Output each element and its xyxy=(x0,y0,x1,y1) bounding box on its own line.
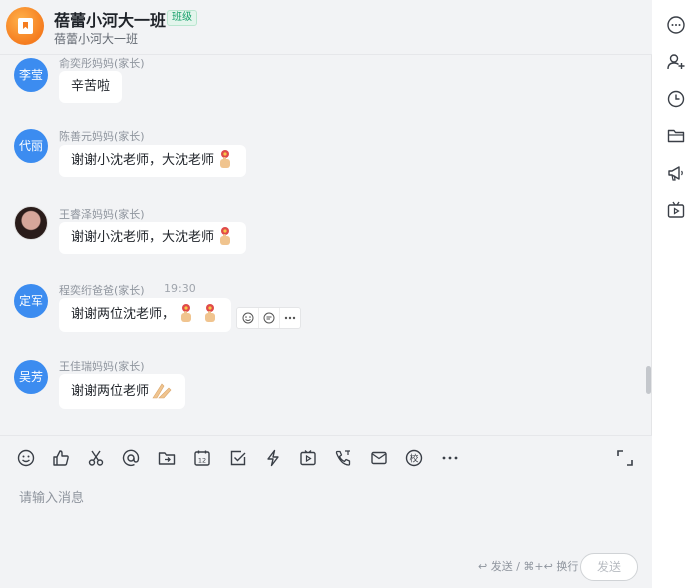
composer: 12 校 请输入消息 ↩ 发送 / ⌘+↩ 换行 发送 xyxy=(0,435,652,588)
emoji-icon[interactable] xyxy=(16,448,36,468)
message-list[interactable]: 李莹 俞奕彤妈妈(家长) 辛苦啦 代丽 陈善元妈妈(家长) 谢谢小沈老师，大沈老… xyxy=(0,55,652,435)
scissors-icon[interactable] xyxy=(86,448,106,468)
message-bubble[interactable]: 谢谢两位老师 xyxy=(59,374,186,409)
group-logo-icon[interactable] xyxy=(6,7,44,45)
send-button[interactable]: 发送 xyxy=(580,553,638,581)
svg-text:校: 校 xyxy=(409,453,418,465)
flower-hand-emoji xyxy=(181,303,192,322)
at-icon[interactable] xyxy=(121,448,141,468)
message-text: 谢谢小沈老师，大沈老师 xyxy=(71,230,215,245)
school-icon[interactable]: 校 xyxy=(404,448,424,468)
flower-hand-emoji xyxy=(220,226,231,245)
checkbox-icon[interactable] xyxy=(228,448,248,468)
group-subtitle: 蓓蕾小河大一班 xyxy=(54,32,139,46)
video-icon[interactable] xyxy=(298,448,318,468)
praying-hands-emoji xyxy=(152,383,172,398)
live-icon[interactable] xyxy=(666,200,686,220)
message-bubble[interactable]: 辛苦啦 xyxy=(59,71,123,103)
chat-main: 蓓蕾小河大一班 班级 蓓蕾小河大一班 李莹 俞奕彤妈妈(家长) 辛苦啦 代丽 陈… xyxy=(0,0,652,588)
message-time: 19:30 xyxy=(164,282,196,295)
sender-name: 程奕绗爸爸(家长) xyxy=(59,284,145,297)
folder-icon[interactable] xyxy=(157,448,177,468)
avatar[interactable]: 李莹 xyxy=(14,58,48,92)
shortcut-hint: ↩ 发送 / ⌘+↩ 换行 xyxy=(478,560,579,573)
message-scrollbar[interactable] xyxy=(646,366,651,394)
more-icon[interactable] xyxy=(666,15,686,35)
sender-name: 王睿泽妈妈(家长) xyxy=(59,208,145,221)
avatar[interactable]: 定军 xyxy=(14,284,48,318)
more-icon[interactable] xyxy=(279,308,300,328)
group-type-badge: 班级 xyxy=(167,10,197,26)
avatar[interactable]: 代丽 xyxy=(14,129,48,163)
svg-text:12: 12 xyxy=(198,457,206,465)
thumbs-up-icon[interactable] xyxy=(51,448,71,468)
mail-icon[interactable] xyxy=(369,448,389,468)
message-bubble[interactable]: 谢谢小沈老师，大沈老师 xyxy=(59,222,247,254)
chat-header: 蓓蕾小河大一班 班级 蓓蕾小河大一班 xyxy=(0,0,652,55)
right-sidebar xyxy=(652,0,700,588)
message-text: 谢谢两位老师 xyxy=(71,384,150,399)
sender-name: 俞奕彤妈妈(家长) xyxy=(59,57,145,70)
folder-icon[interactable] xyxy=(666,126,686,146)
flower-hand-emoji xyxy=(220,149,231,168)
message-bubble[interactable]: 谢谢小沈老师，大沈老师 xyxy=(59,145,247,177)
avatar[interactable]: 吴芳 xyxy=(14,360,48,394)
sender-name: 陈善元妈妈(家长) xyxy=(59,130,145,143)
expand-icon[interactable] xyxy=(615,448,635,468)
group-title[interactable]: 蓓蕾小河大一班 xyxy=(54,7,166,31)
lightning-icon[interactable] xyxy=(263,448,283,468)
clock-icon[interactable] xyxy=(666,89,686,109)
message-text: 谢谢小沈老师，大沈老师 xyxy=(71,153,215,168)
avatar-photo[interactable] xyxy=(14,206,48,240)
phone-icon[interactable] xyxy=(333,448,353,468)
message-text: 辛苦啦 xyxy=(71,79,111,94)
more-icon[interactable] xyxy=(440,448,460,468)
sender-name: 王佳瑞妈妈(家长) xyxy=(59,360,145,373)
add-member-icon[interactable] xyxy=(666,52,686,72)
message-actions xyxy=(236,307,301,329)
message-bubble[interactable]: 谢谢两位沈老师， xyxy=(59,298,232,332)
flower-hand-emoji xyxy=(205,303,216,322)
message-text: 谢谢两位沈老师， xyxy=(71,307,176,322)
calendar-icon[interactable]: 12 xyxy=(192,448,212,468)
reply-icon[interactable] xyxy=(258,308,279,328)
announcement-icon[interactable] xyxy=(666,163,686,183)
message-input[interactable]: 请输入消息 xyxy=(19,487,84,506)
reaction-icon[interactable] xyxy=(237,308,258,328)
